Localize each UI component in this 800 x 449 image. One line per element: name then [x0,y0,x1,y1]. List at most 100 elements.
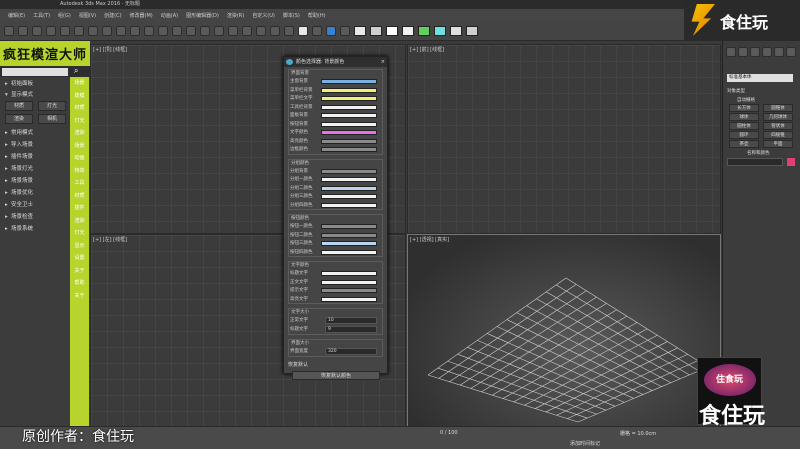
menu-item[interactable]: 图形编辑器(D) [186,12,219,19]
color-swatch[interactable] [418,25,430,36]
primitive-button[interactable]: 球体 [729,113,759,121]
viewport-top-label[interactable]: [+] [顶] [线框] [93,46,127,53]
plugin-search-input[interactable] [2,68,68,76]
color-row[interactable]: 按钮二颜色 [289,232,379,239]
select-region-icon[interactable] [88,25,98,36]
material-editor-icon[interactable] [298,25,308,36]
create-icon[interactable] [726,47,736,57]
rotate-icon[interactable] [116,25,126,36]
menu-item[interactable]: 渲染(R) [227,12,244,19]
color-swatch-bar[interactable] [321,96,377,101]
plugin-menu-item[interactable]: ▸ 场景系统 [0,223,70,235]
color-swatch[interactable] [434,25,446,36]
category-tab[interactable]: 材质 [70,103,89,114]
color-swatch-bar[interactable] [321,168,377,174]
color-swatch-bar[interactable] [321,113,377,118]
color-swatch-bar[interactable] [321,79,377,84]
render-frame-icon[interactable] [326,25,336,36]
color-swatch-bar[interactable] [321,224,377,229]
object-category-dropdown[interactable]: 标准基本体 [727,74,793,82]
plugin-menu-item[interactable]: ▸ 场景场景 [0,175,70,187]
color-swatch[interactable] [402,25,414,36]
category-tab[interactable]: 灯光 [70,228,89,239]
viewport-left-label[interactable]: [+] [左] [线框] [93,236,127,243]
modify-icon[interactable] [738,47,748,57]
menu-item[interactable]: 自定义(U) [252,12,275,19]
color-swatch-bar[interactable] [321,271,377,276]
primitive-button[interactable]: 四棱锥 [763,131,793,139]
color-row[interactable]: 菜单栏背景 [289,87,379,94]
color-swatch-bar[interactable] [321,194,377,199]
scale-icon[interactable] [130,25,140,36]
color-row[interactable]: 边框颜色 [289,146,379,153]
color-row[interactable]: 文字颜色 [289,129,379,136]
category-tab[interactable]: 渲染 [70,128,89,139]
category-tab[interactable]: 场景 [70,141,89,152]
search-icon[interactable]: ⌕ [74,66,78,76]
schematic-icon[interactable] [284,25,294,36]
plugin-menu-item[interactable]: ▸ 常用模式 [0,127,70,139]
color-row[interactable]: 高亮颜色 [289,138,379,145]
primitive-button[interactable]: 长方体 [729,104,759,112]
menu-item[interactable]: 创建(C) [104,12,121,19]
dialog-title-bar[interactable]: 颜色选择器: 背景颜色 × [284,57,387,67]
color-row[interactable]: 按钮背景 [289,121,379,128]
category-tab[interactable]: 显示 [70,241,89,252]
restore-default-colors-button[interactable]: 恢复默认颜色 [292,371,380,380]
color-swatch-bar[interactable] [321,249,377,255]
select-icon[interactable] [74,25,84,36]
align-icon[interactable] [242,25,252,36]
menu-item[interactable]: 组(G) [58,12,71,19]
color-swatch-bar[interactable] [321,279,377,285]
move-icon[interactable] [102,25,112,36]
hierarchy-icon[interactable] [750,47,760,57]
category-tab[interactable]: 关于 [70,291,89,302]
color-swatch-bar[interactable] [321,296,377,302]
plugin-mode-button[interactable]: 相机 [38,114,66,124]
undo-icon[interactable] [4,25,14,36]
size-spinner[interactable]: 9 [325,326,377,333]
category-tab[interactable]: 关于 [70,266,89,277]
color-row[interactable]: 面板背景 [289,112,379,119]
link-icon[interactable] [32,25,42,36]
plugin-mode-button[interactable]: 灯光 [38,101,66,111]
autogrid-checkbox[interactable]: 自动栅格 [737,97,755,103]
color-swatch[interactable] [354,25,366,36]
category-tab[interactable]: 特效 [70,166,89,177]
color-swatch-bar[interactable] [321,185,377,191]
plugin-menu-item[interactable]: ▸ 安全卫士 [0,199,70,211]
color-swatch-bar[interactable] [321,202,377,208]
color-swatch-bar[interactable] [321,147,377,152]
category-tab[interactable]: 插件 [70,203,89,214]
color-swatch-bar[interactable] [321,177,377,182]
mirror-icon[interactable] [228,25,238,36]
color-row[interactable]: 正文文字 [289,279,379,286]
color-swatch-bar[interactable] [321,241,377,246]
color-row[interactable]: 分组一颜色 [289,176,379,183]
color-row[interactable]: 按钮四颜色 [289,249,379,256]
size-spinner[interactable]: 320 [325,348,377,355]
name-color-rollout[interactable]: 名称和颜色 [747,150,770,156]
plugin-mode-button[interactable]: 材质 [5,101,33,111]
layer-icon[interactable] [256,25,266,36]
plugin-menu-item[interactable]: ▸ 场景优化 [0,187,70,199]
render-icon[interactable] [340,25,350,36]
color-swatch-bar[interactable] [321,232,377,238]
plugin-row-display[interactable]: ▾ 显示模式 [0,89,70,101]
add-time-tag[interactable]: 添加时间标记 [570,440,600,447]
plugin-menu-item[interactable]: ▸ 场景检查 [0,211,70,223]
motion-icon[interactable] [762,47,772,57]
plugin-menu-item[interactable]: ▸ 场景灯光 [0,163,70,175]
category-tab[interactable]: 建模 [70,91,89,102]
curve-editor-icon[interactable] [270,25,280,36]
utilities-icon[interactable] [786,47,796,57]
category-tab[interactable]: 渲染 [70,216,89,227]
plugin-mode-button[interactable]: 渲染 [5,114,33,124]
color-swatch[interactable] [450,25,462,36]
color-swatch-bar[interactable] [321,121,377,127]
pivot-icon[interactable] [158,25,168,36]
render-setup-icon[interactable] [312,25,322,36]
color-row[interactable]: 标题文字 [289,270,379,277]
color-row[interactable]: 分组二颜色 [289,185,379,192]
category-tab[interactable]: 材质 [70,191,89,202]
